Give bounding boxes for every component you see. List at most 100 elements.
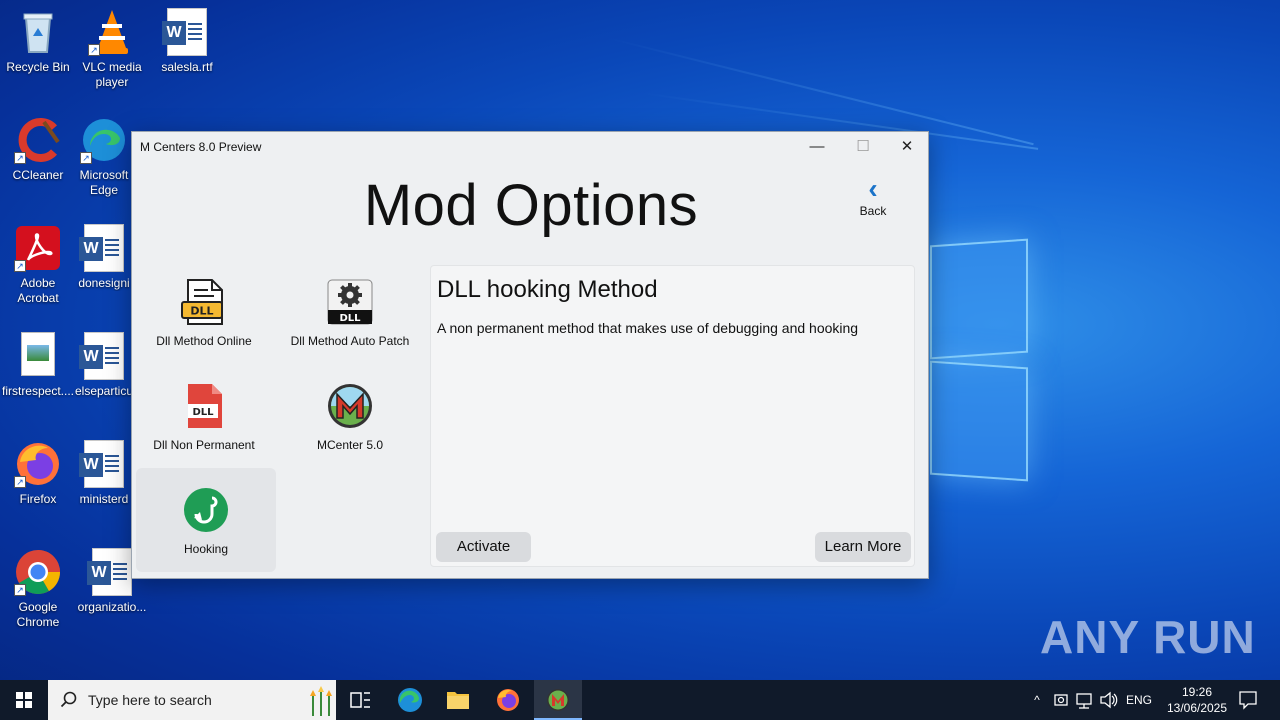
maximize-button[interactable]: ☐ — [840, 132, 886, 162]
ccleaner-icon: ↗ — [14, 116, 62, 164]
folder-icon — [447, 692, 469, 709]
chevron-up-icon: ^ — [1034, 693, 1040, 707]
desktop-icon-edge[interactable]: ↗ Microsoft Edge — [74, 116, 134, 198]
close-button[interactable]: ✕ — [884, 132, 930, 162]
volume-tray-icon[interactable] — [1098, 680, 1118, 720]
show-hidden-icons-button[interactable]: ^ — [1028, 680, 1046, 720]
option-label: Dll Method Auto Patch — [290, 334, 410, 348]
taskbar-mcenters[interactable] — [534, 680, 582, 720]
network-tray-icon[interactable] — [1074, 680, 1094, 720]
svg-text:DLL: DLL — [190, 305, 213, 318]
desktop-icon-ccleaner[interactable]: ↗ CCleaner — [0, 116, 76, 183]
desktop-icon-donesigni[interactable]: W donesigni — [74, 224, 134, 291]
desktop-icon-salesla[interactable]: W salesla.rtf — [149, 8, 225, 75]
chrome-icon: ↗ — [14, 548, 62, 596]
task-view-icon — [350, 692, 370, 708]
desktop-icon-label: Adobe Acrobat — [17, 276, 59, 305]
clock-date: 13/06/2025 — [1166, 701, 1228, 715]
desktop-icon-ministerd[interactable]: W ministerd — [74, 440, 134, 507]
task-view-button[interactable] — [336, 680, 384, 720]
desktop-icon-vlc[interactable]: ↗ VLC media player — [74, 8, 150, 90]
detail-panel: DLL hooking Method A non permanent metho… — [430, 265, 915, 567]
desktop-icon-label: elseparticu — [74, 384, 134, 398]
firefox-icon — [497, 689, 519, 711]
svg-text:DLL: DLL — [339, 313, 361, 324]
taskbar-file-explorer[interactable] — [434, 680, 482, 720]
dll-document-icon: DLL — [180, 278, 228, 326]
dll-gear-icon: DLL — [326, 278, 374, 326]
word-doc-icon: W — [79, 440, 128, 488]
language-indicator[interactable]: ENG — [1126, 680, 1152, 720]
search-placeholder: Type here to search — [88, 692, 212, 708]
svg-text:DLL: DLL — [192, 407, 214, 418]
desktop-icon-label: VLC media player — [82, 60, 142, 89]
speaker-icon — [1100, 691, 1118, 709]
minimize-button[interactable]: — — [794, 132, 840, 162]
desktop-icon-label: ministerd — [79, 492, 129, 506]
desktop-icon-label: firstrespect.... — [1, 384, 75, 398]
desktop-icon-label: CCleaner — [12, 168, 64, 182]
back-button[interactable]: ‹ Back — [844, 173, 902, 219]
window-title: M Centers 8.0 Preview — [140, 140, 262, 154]
camera-tray-icon[interactable] — [1052, 680, 1070, 720]
app-window: M Centers 8.0 Preview — ☐ ✕ Mod Options … — [131, 131, 929, 579]
desktop-icon-elseparticu[interactable]: W elseparticu — [74, 332, 134, 399]
start-button[interactable] — [0, 680, 48, 720]
title-bar[interactable]: M Centers 8.0 Preview — ☐ ✕ — [132, 132, 928, 162]
taskbar-search-box[interactable]: Type here to search — [48, 680, 336, 720]
chevron-left-icon: ‹ — [868, 173, 878, 204]
detail-description: A non permanent method that makes use of… — [437, 320, 859, 336]
option-dll-method-online[interactable]: DLL Dll Method Online — [134, 260, 274, 364]
mcenter-logo-icon — [547, 689, 569, 711]
notifications-button[interactable] — [1236, 680, 1260, 720]
option-mcenter-5[interactable]: MCenter 5.0 — [280, 364, 420, 468]
mcenter-logo-icon — [326, 382, 374, 430]
taskbar-firefox[interactable] — [484, 680, 532, 720]
back-label: Back — [859, 204, 887, 218]
windows-start-icon — [16, 692, 32, 708]
option-dll-method-auto-patch[interactable]: DLL Dll Method Auto Patch — [280, 260, 420, 364]
taskbar: Type here to search ^ ENG 19:26 13/06/20… — [0, 680, 1280, 720]
word-doc-icon: W — [162, 8, 211, 56]
tulips-decoration-icon — [310, 686, 332, 716]
desktop-icon-label: Recycle Bin — [6, 60, 70, 74]
acrobat-icon: ↗ — [14, 224, 62, 272]
desktop-icon-firstrespect[interactable]: firstrespect.... — [0, 332, 76, 399]
desktop-icon-chrome[interactable]: ↗ Google Chrome — [0, 548, 76, 630]
notification-icon — [1239, 691, 1257, 710]
network-icon — [1076, 693, 1092, 709]
search-icon — [60, 691, 77, 708]
word-doc-icon: W — [79, 224, 128, 272]
clock[interactable]: 19:26 13/06/2025 — [1158, 680, 1236, 720]
desktop-icon-label: donesigni — [78, 276, 130, 290]
windows-wallpaper-logo — [930, 238, 1030, 482]
hook-icon — [182, 486, 230, 534]
image-file-icon — [14, 332, 62, 380]
activate-button[interactable]: Activate — [436, 532, 531, 562]
option-hooking[interactable]: Hooking — [136, 468, 276, 572]
word-doc-icon: W — [87, 548, 136, 596]
option-dll-non-permanent[interactable]: DLL Dll Non Permanent — [134, 364, 274, 468]
webcam-icon — [1054, 694, 1068, 706]
option-label: Dll Non Permanent — [153, 438, 255, 452]
clock-time: 19:26 — [1181, 685, 1213, 699]
desktop-icon-label: organizatio... — [77, 600, 147, 614]
taskbar-edge[interactable] — [386, 680, 434, 720]
desktop-icon-label: Google Chrome — [16, 600, 60, 629]
edge-icon: ↗ — [80, 116, 128, 164]
recycle-bin-icon — [14, 8, 62, 56]
desktop-icon-label: Microsoft Edge — [79, 168, 129, 197]
dll-red-document-icon: DLL — [180, 382, 228, 430]
watermark: ANY RUN — [1040, 611, 1256, 663]
option-label: MCenter 5.0 — [316, 438, 384, 452]
option-label: Hooking — [183, 542, 229, 556]
option-label: Dll Method Online — [156, 334, 252, 348]
firefox-icon: ↗ — [14, 440, 62, 488]
detail-title: DLL hooking Method — [437, 276, 658, 303]
desktop-icon-acrobat[interactable]: ↗ Adobe Acrobat — [0, 224, 76, 306]
desktop-icon-label: Firefox — [19, 492, 57, 506]
learn-more-button[interactable]: Learn More — [815, 532, 911, 562]
desktop-icon-recycle-bin[interactable]: Recycle Bin — [0, 8, 76, 75]
desktop-icon-firefox[interactable]: ↗ Firefox — [0, 440, 76, 507]
edge-icon — [398, 688, 422, 712]
